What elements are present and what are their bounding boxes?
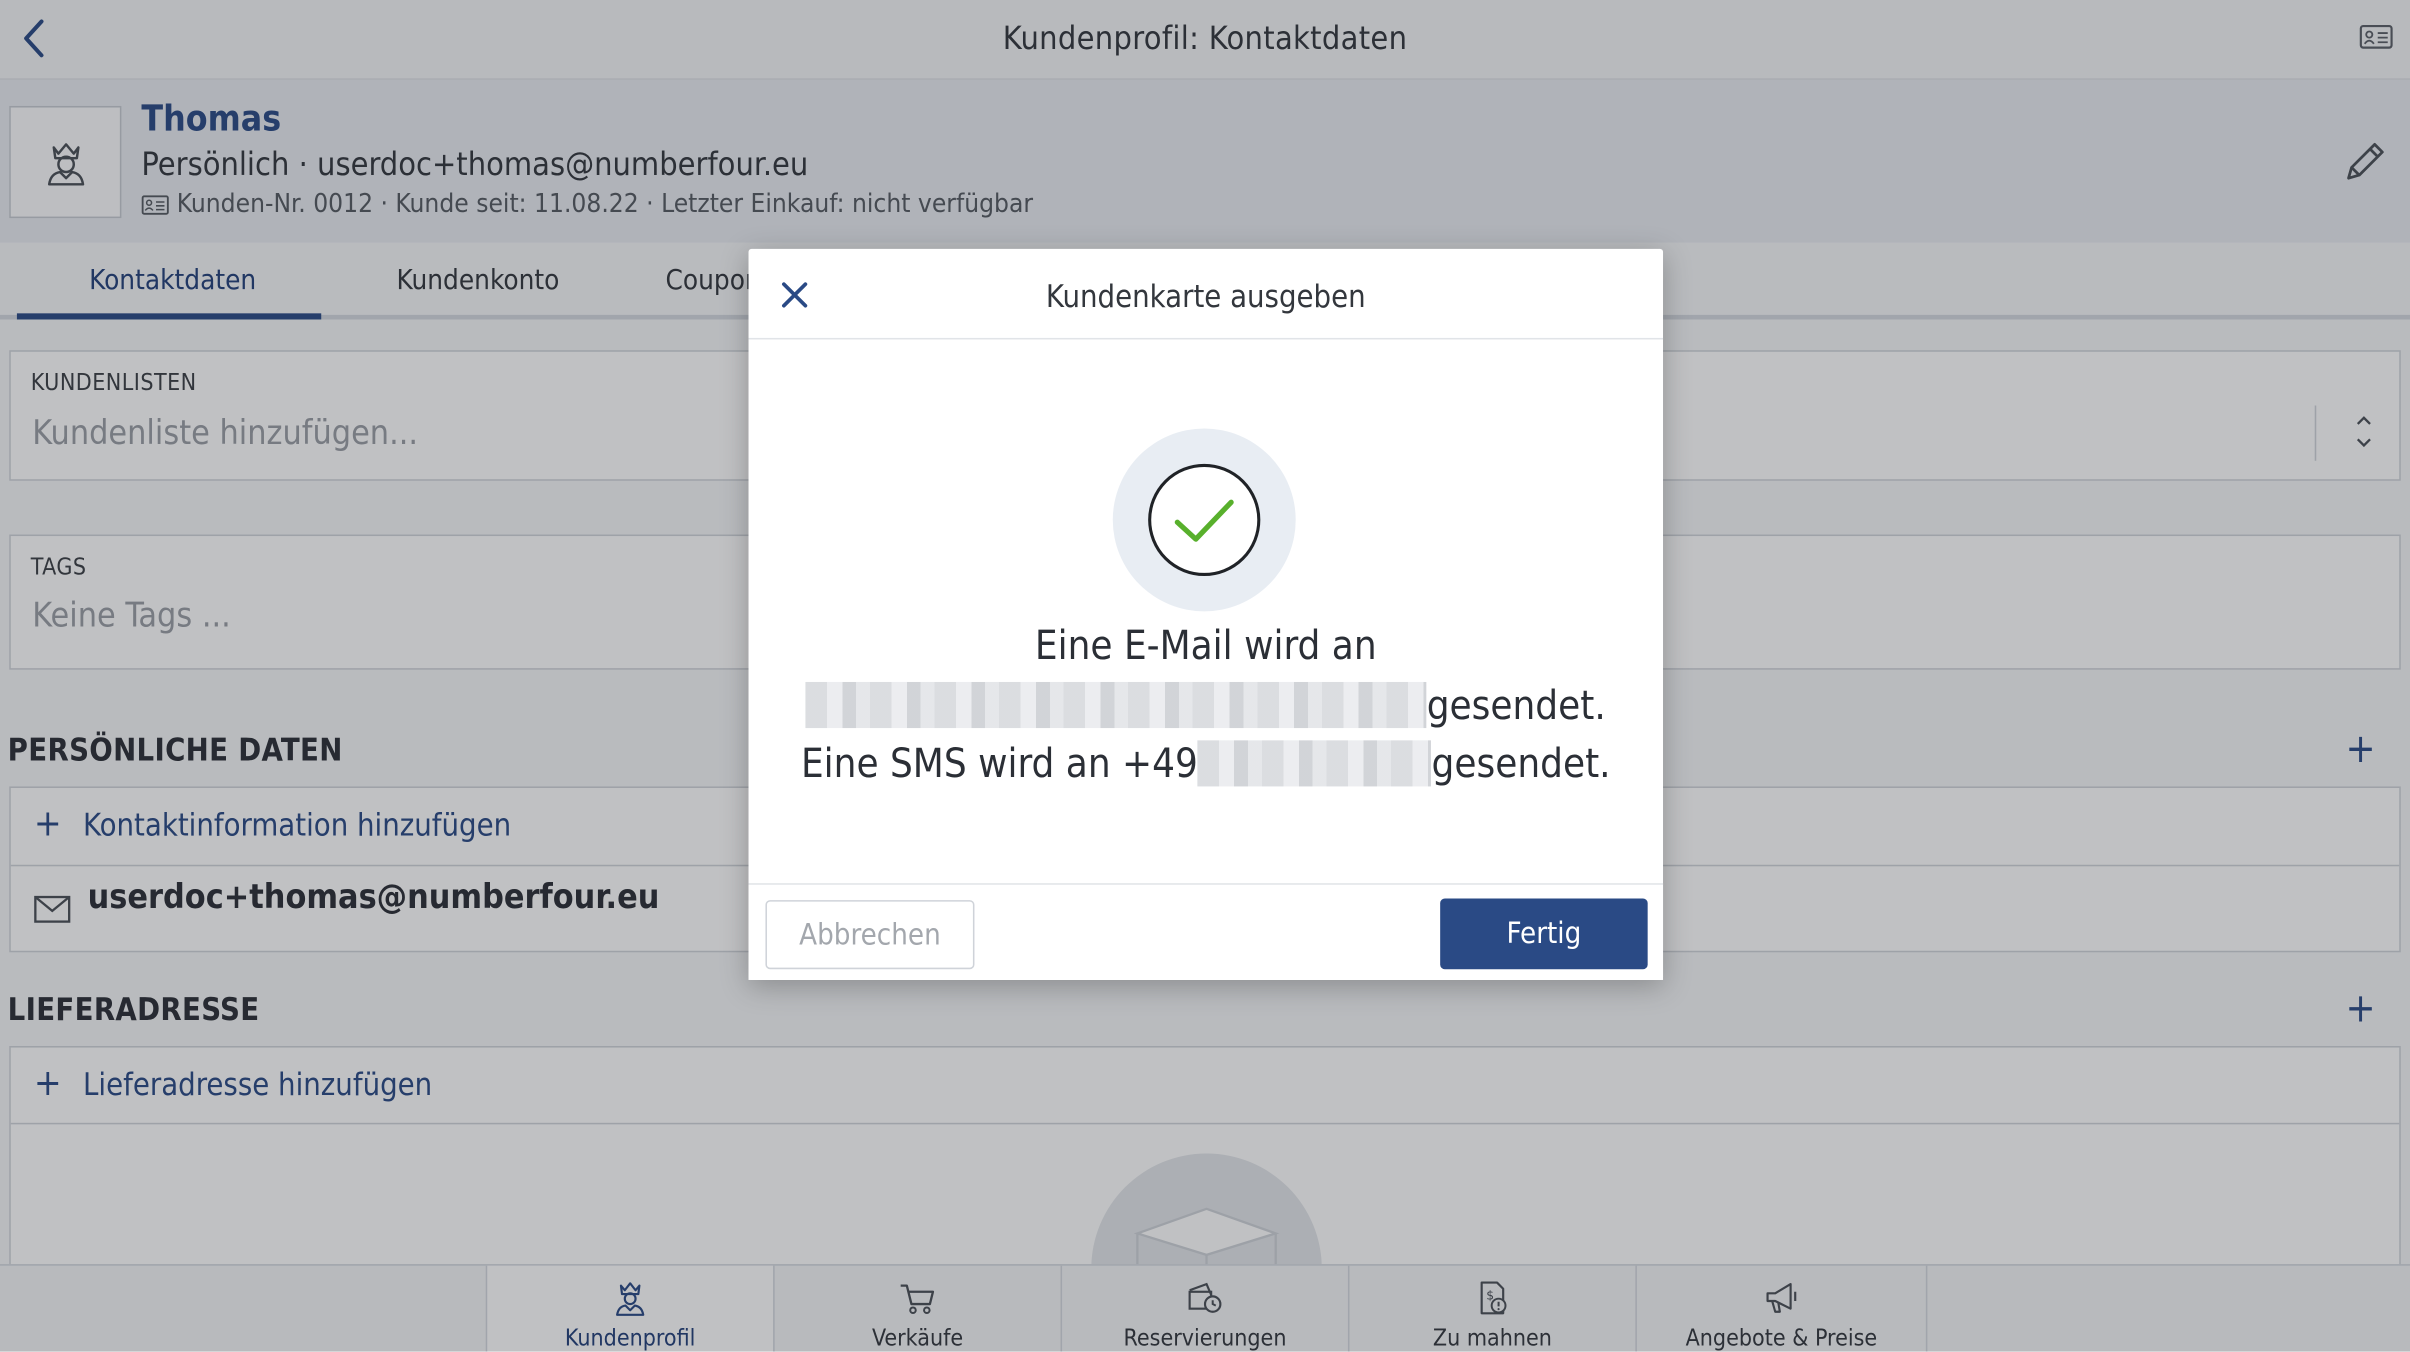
redacted-phone xyxy=(1197,740,1432,787)
message-line-sms: Eine SMS wird an +49 gesendet. xyxy=(749,740,1664,788)
dialog-header: Kundenkarte ausgeben xyxy=(748,249,1664,340)
message-line-email-address: gesendet. xyxy=(749,681,1664,730)
message-sms-suffix: gesendet. xyxy=(1431,741,1611,788)
redacted-email xyxy=(805,681,1427,729)
dialog-title: Kundenkarte ausgeben xyxy=(1045,278,1366,315)
success-badge xyxy=(1112,428,1296,612)
message-sms-prefix: Eine SMS wird an +49 xyxy=(800,741,1198,788)
cancel-button[interactable]: Abbrechen xyxy=(765,900,975,970)
check-circle-icon xyxy=(1148,463,1261,576)
checkmark-icon xyxy=(1174,499,1234,542)
dialog-footer: Abbrechen Fertig xyxy=(748,883,1664,980)
message-sent-suffix: gesendet. xyxy=(1426,683,1606,730)
done-button[interactable]: Fertig xyxy=(1440,898,1648,970)
issue-customer-card-dialog: Kundenkarte ausgeben Eine E-Mail wird an… xyxy=(748,248,1664,980)
app-root: Kundenprofil: Kontaktdaten Thomas Persön… xyxy=(0,0,2410,1352)
message-line-email: Eine E-Mail wird an xyxy=(1034,623,1377,670)
